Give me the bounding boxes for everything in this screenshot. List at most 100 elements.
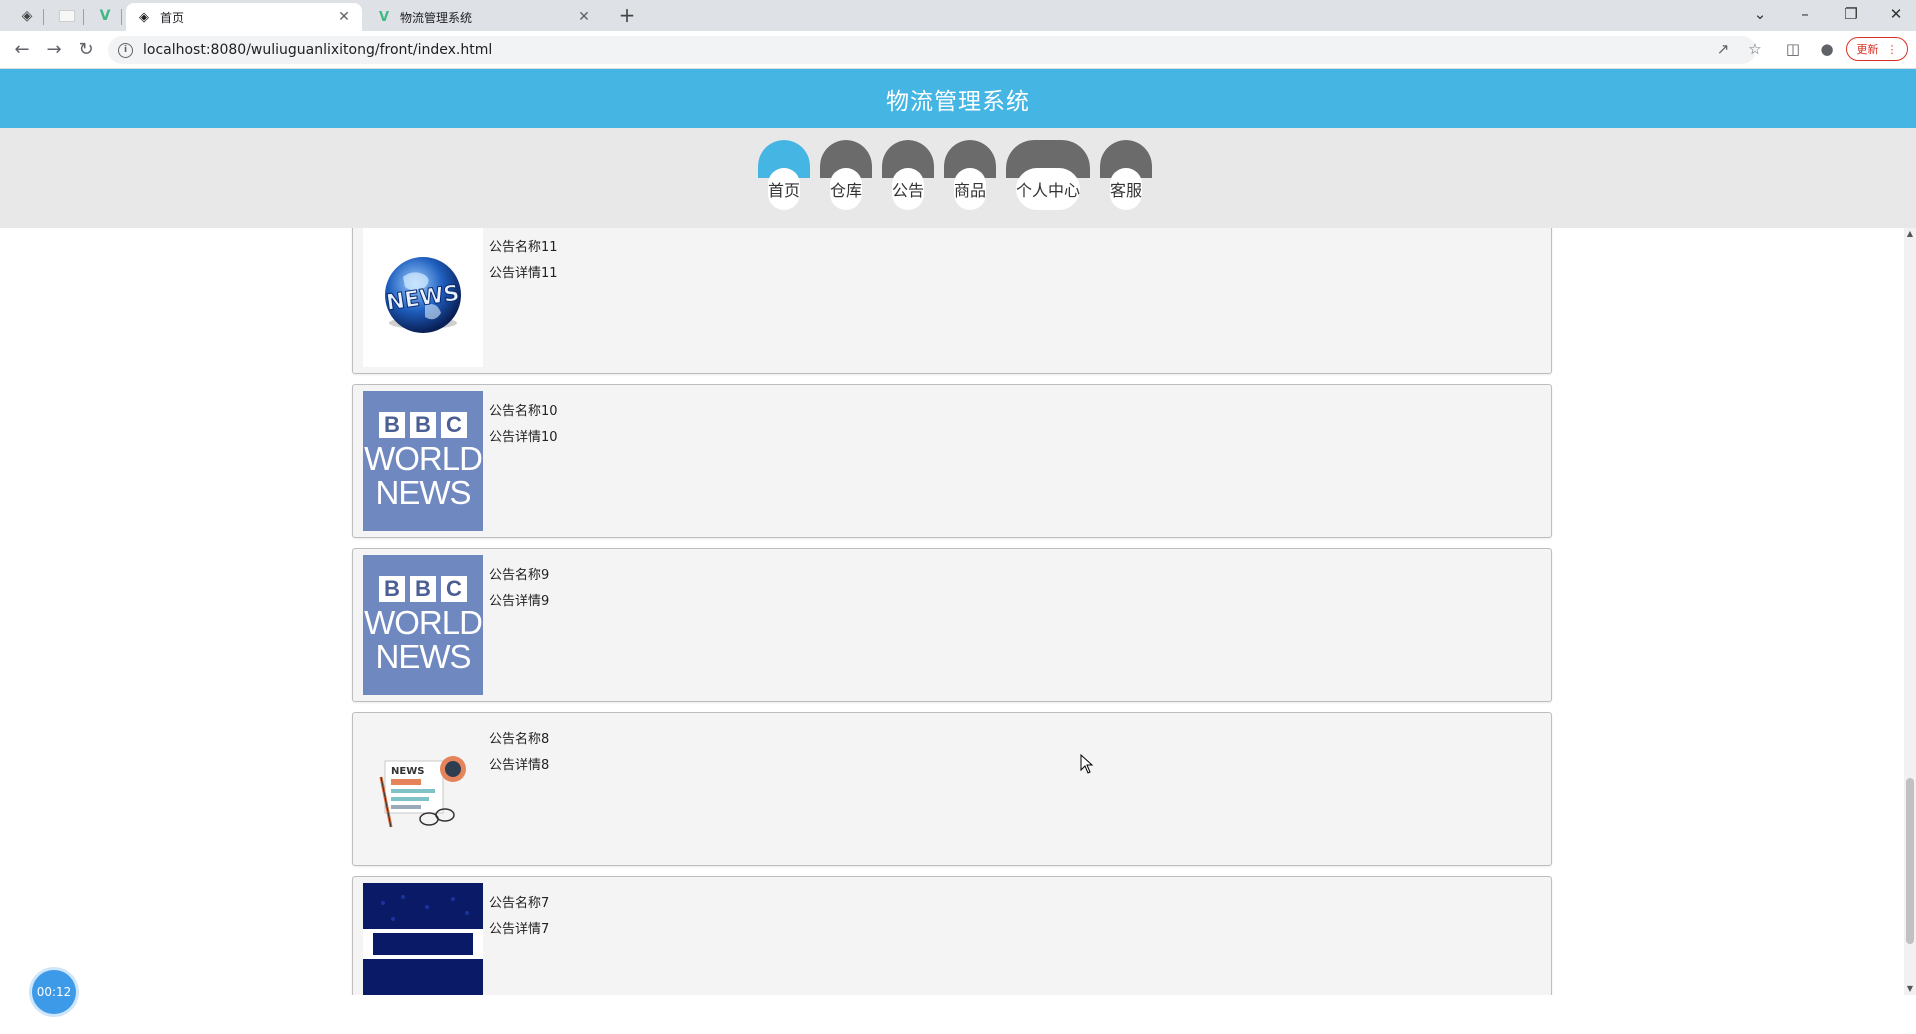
close-icon[interactable]: ✕ (576, 9, 592, 25)
notice-detail: 公告详情10 (489, 430, 558, 445)
content-area: NEWS 公告名称11 公告详情11 B B C WORLD NEWS 公告名称… (0, 228, 1904, 995)
nav-item-warehouse[interactable]: 仓库 (820, 140, 872, 210)
notice-detail: 公告详情11 (489, 266, 558, 281)
browser-tab-bar: ◈ V ◈ 首页 ✕ V 物流管理系统 ✕ + ⌄ – ❐ ✕ (0, 0, 1916, 31)
nav-label: 仓库 (830, 181, 863, 200)
newspaper-lettering: NEWS (391, 766, 424, 777)
pinned-tab-globe[interactable]: ◈ (14, 4, 44, 28)
restore-button[interactable]: ❐ (1831, 3, 1871, 27)
share-icon[interactable]: ↗ (1712, 37, 1734, 61)
notice-name[interactable]: 公告名称7 (489, 891, 549, 917)
browser-toolbar: ← → ↻ i localhost:8080/wuliuguanlixitong… (0, 31, 1916, 69)
reload-button[interactable]: ↻ (74, 38, 98, 62)
site-header: 物流管理系统 (0, 69, 1916, 128)
notice-text: 公告名称11 公告详情11 (489, 235, 558, 287)
more-menu-icon: ⋮ (1886, 42, 1898, 56)
nav-label: 公告 (892, 181, 925, 200)
notice-thumbnail: B B C WORLD NEWS (363, 391, 483, 531)
globe-icon: ◈ (139, 9, 149, 25)
notice-text: 公告名称9 公告详情9 (489, 563, 549, 615)
url-text[interactable]: localhost:8080/wuliuguanlixitong/front/i… (143, 42, 492, 58)
scroll-up-arrow-icon[interactable]: ▲ (1904, 228, 1916, 240)
recording-timer[interactable]: 00:12 (32, 970, 76, 1014)
pinned-tab-blank[interactable] (54, 4, 84, 28)
bbc-letter: B (410, 576, 436, 602)
tab-logistics[interactable]: V 物流管理系统 ✕ (366, 3, 602, 31)
bbc-letter: C (441, 412, 467, 438)
nav-label: 首页 (768, 181, 801, 200)
tab-home[interactable]: ◈ 首页 ✕ (126, 3, 362, 31)
notice-text: 公告名称10 公告详情10 (489, 399, 558, 451)
update-label: 更新 (1856, 43, 1879, 56)
bbc-line-news: NEWS (375, 474, 472, 511)
nav-label: 个人中心 (1016, 181, 1081, 200)
nav-pill: 首页 (768, 168, 800, 210)
bbc-logo: B B C (379, 412, 467, 438)
notice-list: NEWS 公告名称11 公告详情11 B B C WORLD NEWS 公告名称… (352, 228, 1552, 995)
bbc-line-world: WORLD (364, 604, 483, 641)
list-item[interactable]: B B C WORLD NEWS 公告名称9 公告详情9 (352, 548, 1552, 702)
notice-thumbnail: NEWS (363, 719, 483, 859)
bbc-logo: B B C (379, 576, 467, 602)
notice-name[interactable]: 公告名称10 (489, 399, 558, 425)
info-icon[interactable]: i (118, 42, 133, 58)
bbc-letter: B (410, 412, 436, 438)
blue-news-banner-image (363, 883, 483, 995)
vue-logo-icon: V (99, 8, 111, 24)
minimize-button[interactable]: – (1785, 3, 1825, 27)
nav-pill: 公告 (892, 168, 924, 210)
back-button[interactable]: ← (10, 38, 34, 62)
nav-pill: 商品 (954, 168, 986, 210)
tab-search-chevron-icon[interactable]: ⌄ (1740, 3, 1780, 27)
notice-thumbnail (363, 883, 483, 995)
nav-item-notice[interactable]: 公告 (882, 140, 934, 210)
notice-name[interactable]: 公告名称8 (489, 727, 549, 753)
tab-title: 物流管理系统 (400, 10, 473, 25)
pinned-tab-vue[interactable]: V (92, 4, 122, 28)
mouse-cursor-icon (1080, 754, 1094, 774)
nav-pill: 客服 (1110, 168, 1142, 210)
list-item[interactable]: B B C WORLD NEWS 公告名称10 公告详情10 (352, 384, 1552, 538)
list-item[interactable]: NEWS 公告名称8 公告详情8 (352, 712, 1552, 866)
bbc-letter: B (379, 412, 405, 438)
close-icon[interactable]: ✕ (336, 9, 352, 25)
site-title: 物流管理系统 (886, 88, 1030, 115)
nav-pill: 个人中心 (1016, 168, 1080, 210)
notice-detail: 公告详情7 (489, 922, 550, 937)
bbc-line-news: NEWS (375, 638, 472, 675)
nav-item-home[interactable]: 首页 (758, 140, 810, 210)
close-window-button[interactable]: ✕ (1876, 3, 1916, 27)
update-button[interactable]: 更新 ⋮ (1846, 37, 1908, 61)
blank-page-icon (59, 10, 75, 22)
notice-name[interactable]: 公告名称9 (489, 563, 549, 589)
list-item[interactable]: 公告名称7 公告详情7 (352, 876, 1552, 995)
tab-title: 首页 (160, 10, 185, 25)
page-scrollbar[interactable]: ▲ ▼ (1904, 228, 1916, 995)
newspaper-illustration-image: NEWS (379, 756, 466, 828)
bbc-letter: B (379, 576, 405, 602)
bbc-line-world: WORLD (364, 440, 483, 477)
forward-button[interactable]: → (42, 38, 66, 62)
side-panel-icon[interactable]: ◫ (1782, 37, 1804, 61)
address-bar[interactable]: i localhost:8080/wuliuguanlixitong/front… (108, 36, 1756, 64)
notice-detail: 公告详情8 (489, 758, 550, 773)
notice-text: 公告名称7 公告详情7 (489, 891, 549, 943)
scroll-down-arrow-icon[interactable]: ▼ (1904, 983, 1916, 995)
nav-item-customer-service[interactable]: 客服 (1100, 140, 1152, 210)
globe-news-image: NEWS (384, 257, 462, 333)
vue-logo-icon: V (378, 9, 390, 25)
notice-name[interactable]: 公告名称11 (489, 235, 558, 261)
bbc-letter: C (441, 576, 467, 602)
profile-avatar-icon[interactable]: ● (1816, 37, 1838, 61)
nav-item-personal-center[interactable]: 个人中心 (1006, 140, 1090, 210)
list-item[interactable]: NEWS 公告名称11 公告详情11 (352, 228, 1552, 374)
notice-thumbnail: B B C WORLD NEWS (363, 555, 483, 695)
nav-label: 商品 (954, 181, 987, 200)
scrollbar-thumb[interactable] (1906, 778, 1914, 944)
nav-item-goods[interactable]: 商品 (944, 140, 996, 210)
bookmark-star-icon[interactable]: ☆ (1744, 37, 1766, 61)
notice-text: 公告名称8 公告详情8 (489, 727, 549, 779)
notice-thumbnail: NEWS (363, 228, 483, 367)
notice-detail: 公告详情9 (489, 594, 550, 609)
new-tab-button[interactable]: + (615, 4, 639, 28)
